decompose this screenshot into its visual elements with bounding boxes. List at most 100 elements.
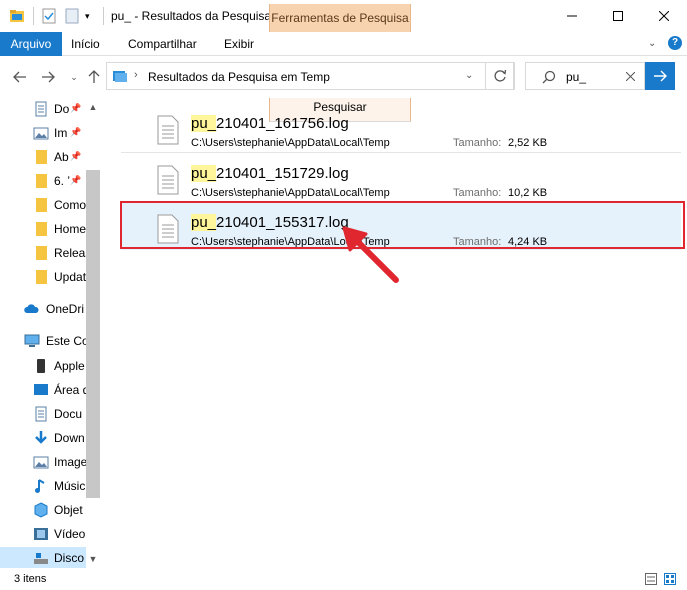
back-button[interactable]	[10, 68, 30, 86]
sidebar-item-este-computador[interactable]: Este Co	[0, 330, 86, 352]
up-arrow-icon	[88, 70, 100, 83]
folder-icon	[36, 270, 47, 284]
computer-icon	[24, 334, 40, 347]
scroll-up-button[interactable]: ▲	[86, 100, 100, 114]
folder-icon	[36, 150, 47, 164]
properties-icon[interactable]	[41, 8, 57, 24]
minimize-button[interactable]	[549, 0, 595, 32]
sidebar-item-musicas[interactable]: Músic	[0, 475, 86, 497]
annotation-arrow-icon	[342, 226, 399, 283]
drive-icon	[34, 553, 48, 564]
qa-divider	[103, 7, 104, 25]
new-folder-icon[interactable]	[64, 8, 80, 24]
explorer-icon[interactable]	[9, 8, 25, 24]
text-file-icon	[157, 115, 179, 145]
sidebar-item-folder[interactable]: Ab 📌	[0, 146, 86, 168]
search-icon	[542, 70, 556, 84]
title-bar: ▾ pu_ - Resultados da Pesquisa... Ferram…	[0, 0, 687, 33]
maximize-button[interactable]	[595, 0, 641, 32]
text-file-icon	[157, 165, 179, 195]
document-icon	[35, 101, 47, 117]
folder-icon	[36, 198, 47, 212]
search-go-button[interactable]	[645, 62, 675, 90]
sidebar-item-label: Objet	[54, 503, 83, 517]
close-button[interactable]	[641, 0, 687, 32]
file-size: 2,52 KB	[508, 137, 548, 149]
sidebar-item-label: Updat	[54, 270, 86, 284]
ribbon-tabs: Arquivo Início Compartilhar Exibir Pesqu…	[0, 32, 687, 122]
tab-arquivo[interactable]: Arquivo	[0, 32, 62, 56]
pin-icon: 📌	[70, 127, 82, 137]
sidebar-item-imagens[interactable]: Im 📌	[0, 122, 86, 144]
scroll-down-button[interactable]: ▼	[86, 552, 100, 566]
back-arrow-icon	[13, 71, 26, 83]
minimize-icon	[567, 15, 577, 17]
result-item[interactable]: pu_210401_151729.log C:\Users\stephanie\…	[121, 153, 681, 201]
close-icon	[659, 11, 669, 21]
result-item[interactable]: pu_210401_161756.log C:\Users\stephanie\…	[121, 103, 681, 151]
search-input[interactable]	[566, 69, 622, 85]
refresh-icon	[494, 69, 507, 82]
file-name: pu_210401_151729.log	[191, 165, 349, 182]
phone-icon	[37, 359, 45, 373]
file-path: C:\Users\stephanie\AppData\Local\Temp	[191, 187, 390, 199]
expand-ribbon-icon[interactable]: ⌄	[648, 38, 656, 49]
address-dropdown-icon[interactable]: ⌄	[465, 70, 473, 81]
sidebar-item-label: Músic	[54, 479, 86, 493]
search-results-icon	[113, 71, 127, 82]
sidebar-item-folder[interactable]: Releas	[0, 242, 86, 264]
qa-divider	[33, 7, 34, 25]
sidebar-item-area-de-trabalho[interactable]: Área d	[0, 379, 86, 401]
context-tab-header: Ferramentas de Pesquisa	[269, 4, 411, 33]
sidebar-item-label: Image	[54, 455, 86, 469]
breadcrumb-location[interactable]: Resultados da Pesquisa em Temp	[148, 70, 330, 84]
sidebar-item-apple[interactable]: Apple	[0, 355, 86, 377]
sidebar-item-folder[interactable]: Como	[0, 194, 86, 216]
size-label: Tamanho:	[453, 137, 502, 149]
sidebar-item-folder[interactable]: Updat	[0, 266, 86, 288]
cloud-icon	[24, 304, 39, 313]
sidebar-item-downloads[interactable]: Down	[0, 427, 86, 449]
details-view-icon[interactable]	[645, 573, 657, 585]
file-path: C:\Users\stephanie\AppData\Local\Temp	[191, 137, 390, 149]
file-name-rest: 210401_161756.log	[216, 115, 349, 132]
sidebar-item-videos[interactable]: Vídeo	[0, 523, 86, 545]
folder-icon	[36, 222, 47, 236]
sidebar-item-imagens[interactable]: Image	[0, 451, 86, 473]
results-pane: pu_ 210401_161756.log C:\Users\stephanie\…	[101, 98, 687, 568]
search-box[interactable]	[525, 62, 645, 90]
recent-locations-button[interactable]: ⌄	[64, 68, 84, 86]
sidebar-item-label: Down	[54, 431, 85, 445]
sidebar-item-documentos[interactable]: Docu	[0, 403, 86, 425]
sidebar-item-objetos-3d[interactable]: Objet	[0, 499, 86, 521]
forward-arrow-icon	[42, 71, 55, 83]
customize-qa-dropdown-icon[interactable]: ▾	[85, 11, 90, 27]
refresh-button[interactable]	[485, 62, 515, 90]
sidebar-item-documentos[interactable]: Do 📌	[0, 98, 86, 120]
search-match: pu_	[191, 214, 217, 231]
sidebar-item-label: OneDri	[46, 302, 85, 316]
sidebar-item-label: Releas	[54, 246, 86, 260]
pin-icon: 📌	[70, 103, 82, 113]
sidebar-item-disco-local[interactable]: Disco	[0, 547, 86, 568]
arrow-right-icon	[654, 70, 667, 82]
sidebar-item-folder[interactable]: 6. ʼ 📌	[0, 170, 86, 192]
large-icons-view-icon[interactable]	[664, 573, 676, 585]
forward-button[interactable]	[38, 68, 58, 86]
up-button[interactable]	[84, 68, 104, 86]
sidebar-item-folder[interactable]: Home	[0, 218, 86, 240]
navigation-pane: Do 📌 Im 📌 Ab 📌 6. ʼ 📌 Como Home Releas U…	[0, 98, 100, 568]
size-label: Tamanho:	[453, 187, 502, 199]
item-count: 3 itens	[14, 573, 47, 585]
folder-icon	[36, 174, 47, 188]
sidebar-scrollbar-thumb[interactable]	[86, 170, 100, 498]
tab-exibir[interactable]: Exibir	[224, 32, 254, 56]
tab-compartilhar[interactable]: Compartilhar	[128, 32, 197, 56]
address-bar[interactable]: › Resultados da Pesquisa em Temp ⌄	[106, 62, 514, 90]
sidebar-item-onedrive[interactable]: OneDri	[0, 298, 86, 320]
help-icon[interactable]: ?	[668, 36, 682, 50]
video-icon	[34, 528, 48, 540]
clear-search-icon[interactable]	[626, 72, 635, 81]
pictures-icon	[33, 456, 49, 469]
tab-inicio[interactable]: Início	[71, 32, 100, 56]
